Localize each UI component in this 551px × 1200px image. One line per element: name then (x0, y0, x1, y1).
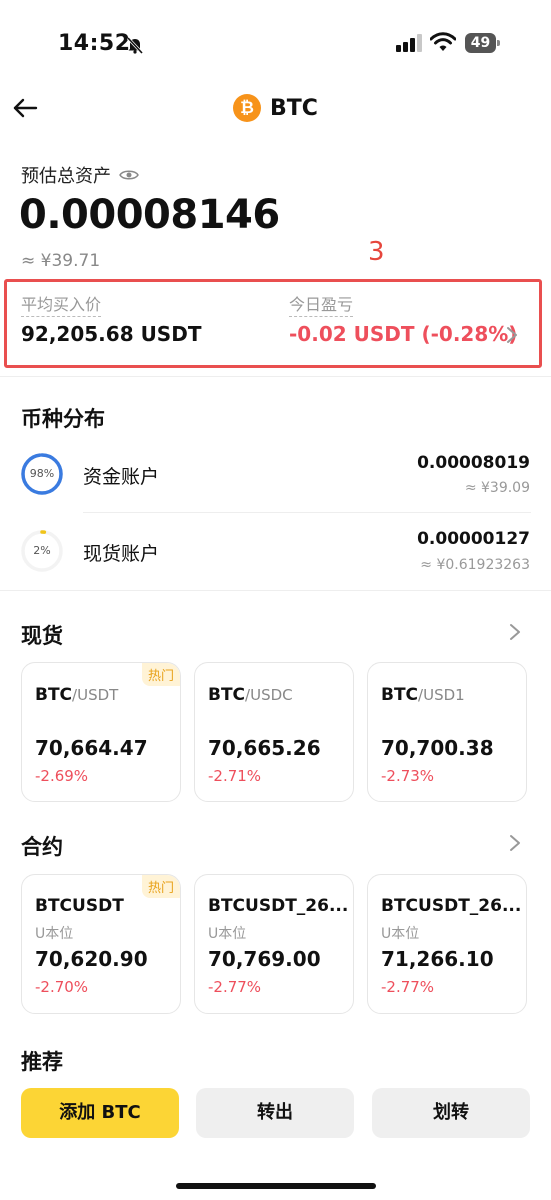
add-btc-button[interactable]: 添加 BTC (21, 1088, 179, 1138)
avg-buy-price-label: 平均买入价 (21, 291, 102, 317)
eye-icon[interactable] (119, 168, 139, 182)
total-asset-cny: ≈ ¥39.71 (21, 251, 101, 271)
status-bar: 14:52 49 (0, 0, 551, 90)
distribution-title: 币种分布 (21, 407, 105, 431)
account-cny-spot: ≈ ¥0.61923263 (420, 557, 530, 573)
contract-type: U本位 (208, 926, 247, 942)
section-divider (0, 590, 551, 591)
contract-price: 70,620.90 (35, 947, 148, 971)
futures-card-btcusdt-26-a[interactable]: BTCUSDT_26... U本位 70,769.00 -2.77% (194, 874, 354, 1014)
pair-change: -2.69% (35, 767, 89, 785)
btc-logo-icon: ₿ (233, 94, 261, 122)
account-name-funding: 资金账户 (83, 466, 160, 488)
signal-icon (396, 34, 422, 52)
transfer-out-button[interactable]: 转出 (196, 1088, 354, 1138)
spot-title[interactable]: 现货 (21, 620, 63, 650)
chevron-right-icon[interactable] (508, 622, 522, 642)
contract-name: BTCUSDT (35, 896, 124, 916)
contract-name: BTCUSDT_26... (208, 896, 349, 916)
contract-type: U本位 (35, 926, 74, 942)
pair-price: 70,665.26 (208, 736, 321, 760)
futures-card-btcusdt[interactable]: 热门 BTCUSDT U本位 70,620.90 -2.70% (21, 874, 181, 1014)
back-arrow-icon[interactable] (12, 96, 38, 120)
hot-badge: 热门 (141, 875, 180, 898)
ring-percent-spot: 2% (33, 544, 51, 557)
contract-change: -2.77% (208, 978, 262, 996)
ring-percent-funding: 98% (29, 467, 55, 480)
spot-card-btc-usdc[interactable]: BTC/USDC 70,665.26 -2.71% (194, 662, 354, 802)
account-name-spot: 现货账户 (83, 543, 160, 565)
futures-title[interactable]: 合约 (21, 831, 63, 861)
chevron-right-icon[interactable] (508, 833, 522, 853)
bell-off-icon (126, 36, 144, 54)
status-time: 14:52 (58, 31, 131, 56)
pair-name: BTC/USDT (35, 685, 119, 705)
avg-buy-price-value: 92,205.68 USDT (21, 322, 202, 346)
spot-card-btc-usdt[interactable]: 热门 BTC/USDT 70,664.47 -2.69% (21, 662, 181, 802)
pair-price: 70,664.47 (35, 736, 148, 760)
account-amount-funding: 0.00008019 (417, 453, 530, 473)
contract-name: BTCUSDT_26... (381, 896, 522, 916)
distribution-row-spot[interactable]: 2% 现货账户 0.00000127 ≈ ¥0.61923263 (0, 513, 551, 589)
today-pnl-label: 今日盈亏 (289, 291, 354, 317)
section-divider (0, 376, 551, 377)
recommend-title: 推荐 (21, 1050, 63, 1074)
pair-change: -2.71% (208, 767, 262, 785)
hot-badge: 热门 (141, 663, 180, 686)
contract-change: -2.77% (381, 978, 435, 996)
pair-price: 70,700.38 (381, 736, 494, 760)
chevron-right-icon[interactable] (505, 325, 519, 345)
page-title: BTC (270, 95, 318, 121)
contract-price: 71,266.10 (381, 947, 494, 971)
battery-icon: 49 (465, 33, 501, 53)
spot-card-btc-usd1[interactable]: BTC/USD1 70,700.38 -2.73% (367, 662, 527, 802)
wifi-icon (430, 32, 456, 51)
total-asset-value: 0.00008146 (19, 192, 280, 238)
estimated-assets-label: 预估总资产 (21, 166, 111, 187)
contract-change: -2.70% (35, 978, 89, 996)
estimated-assets-label-row: 预估总资产 (21, 162, 139, 188)
nav-title-group: ₿ BTC (233, 93, 318, 123)
annotation-number: 3 (368, 237, 385, 267)
distribution-row-funding[interactable]: 98% 资金账户 0.00008019 ≈ ¥39.09 (0, 436, 551, 512)
home-indicator[interactable] (176, 1183, 376, 1189)
account-cny-funding: ≈ ¥39.09 (464, 480, 530, 496)
transfer-button[interactable]: 划转 (372, 1088, 530, 1138)
account-amount-spot: 0.00000127 (417, 529, 530, 549)
pair-name: BTC/USD1 (381, 685, 465, 705)
battery-level: 49 (465, 33, 496, 53)
pair-change: -2.73% (381, 767, 435, 785)
futures-card-btcusdt-26-b[interactable]: BTCUSDT_26... U本位 71,266.10 -2.77% (367, 874, 527, 1014)
pair-name: BTC/USDC (208, 685, 293, 705)
today-pnl-value[interactable]: -0.02 USDT (-0.28%) (289, 322, 517, 346)
contract-price: 70,769.00 (208, 947, 321, 971)
contract-type: U本位 (381, 926, 420, 942)
